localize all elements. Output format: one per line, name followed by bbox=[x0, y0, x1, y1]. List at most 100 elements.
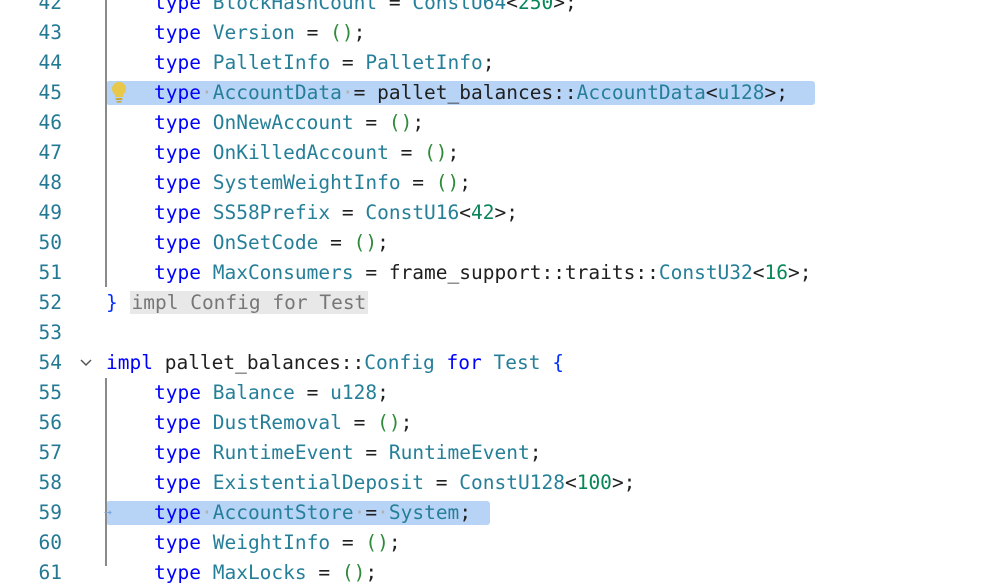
code-token: AccountData bbox=[576, 81, 706, 104]
code-line[interactable]: 55 type Balance = u128; bbox=[0, 378, 982, 408]
code-token: ; bbox=[447, 141, 460, 164]
code-text: impl pallet_balances::Config for Test { bbox=[106, 348, 564, 378]
code-token: pallet_balances:: bbox=[152, 351, 365, 374]
line-number: 44 bbox=[38, 51, 62, 74]
code-token: ConstU128 bbox=[459, 471, 565, 494]
code-token: type bbox=[154, 411, 201, 434]
code-line[interactable]: 43 type Version = (); bbox=[0, 18, 982, 48]
code-line[interactable]: 42 type BlockHashCount = ConstU64<250>; bbox=[0, 0, 982, 18]
code-text: type RuntimeEvent = RuntimeEvent; bbox=[154, 438, 541, 468]
code-token: < bbox=[564, 471, 577, 494]
code-token: OnNewAccount bbox=[212, 111, 354, 134]
code-line[interactable]: 53 bbox=[0, 318, 982, 348]
code-token: = frame_support::traits:: bbox=[353, 261, 659, 284]
line-number: 56 bbox=[38, 411, 62, 434]
code-token: { bbox=[552, 351, 564, 374]
code-text: type BlockHashCount = ConstU64<250>; bbox=[154, 0, 577, 18]
code-line[interactable]: 56 type DustRemoval = (); bbox=[0, 408, 982, 438]
code-text: type Version = (); bbox=[154, 18, 365, 48]
code-line[interactable]: 59 type·AccountStore·=·System; bbox=[0, 498, 982, 528]
lightbulb-icon[interactable] bbox=[109, 80, 129, 104]
code-token: PalletInfo bbox=[212, 51, 331, 74]
code-token: ; bbox=[400, 411, 413, 434]
code-token: = bbox=[341, 411, 378, 434]
line-number: 49 bbox=[38, 201, 62, 224]
code-token: () bbox=[365, 531, 389, 554]
code-token: ; bbox=[459, 171, 472, 194]
code-token: · bbox=[200, 501, 213, 524]
code-text: } impl Config for Test bbox=[106, 288, 369, 318]
code-text: type DustRemoval = (); bbox=[154, 408, 412, 438]
code-token: ; bbox=[353, 21, 366, 44]
code-line[interactable]: 47 type OnKilledAccount = (); bbox=[0, 138, 982, 168]
line-number: 59 bbox=[38, 501, 62, 524]
code-token: type bbox=[154, 171, 201, 194]
code-text: type MaxConsumers = frame_support::trait… bbox=[154, 258, 812, 288]
code-token: Config bbox=[364, 351, 435, 374]
code-token: () bbox=[330, 21, 354, 44]
code-line[interactable]: 61 type MaxLocks = (); bbox=[0, 558, 982, 588]
code-token: for bbox=[446, 351, 482, 374]
code-token: ExistentialDeposit bbox=[212, 471, 425, 494]
code-token: SystemWeightInfo bbox=[212, 171, 401, 194]
line-number: 50 bbox=[38, 231, 62, 254]
line-number: 43 bbox=[38, 21, 62, 44]
code-text: type OnSetCode = (); bbox=[154, 228, 389, 258]
code-token: >; bbox=[788, 261, 812, 284]
line-number: 42 bbox=[38, 0, 62, 14]
code-line[interactable]: 58 type ExistentialDeposit = ConstU128<10… bbox=[0, 468, 982, 498]
code-token: = bbox=[388, 141, 425, 164]
code-token: 42 bbox=[471, 201, 495, 224]
code-token: BlockHashCount bbox=[212, 0, 378, 14]
code-line[interactable]: 44 type PalletInfo = PalletInfo; bbox=[0, 48, 982, 78]
code-token: = pallet_balances:: bbox=[353, 81, 577, 104]
code-text: type·AccountStore·=·System; bbox=[154, 498, 471, 528]
chevron-down-icon[interactable] bbox=[78, 348, 94, 378]
code-token: · bbox=[377, 501, 389, 524]
code-token: = bbox=[400, 171, 436, 194]
code-line[interactable]: 57 type RuntimeEvent = RuntimeEvent; bbox=[0, 438, 982, 468]
code-token: < bbox=[506, 0, 518, 14]
code-token: = bbox=[306, 561, 342, 584]
code-text: type·AccountData·= pallet_balances::Acco… bbox=[154, 78, 788, 108]
code-text: type Balance = u128; bbox=[154, 378, 389, 408]
code-token: type bbox=[154, 471, 201, 494]
code-line[interactable]: 48 type SystemWeightInfo = (); bbox=[0, 168, 982, 198]
code-line[interactable]: 52} impl Config for Test bbox=[0, 288, 982, 318]
code-line[interactable]: 54 impl pallet_balances::Config for Test … bbox=[0, 348, 982, 378]
line-number: 55 bbox=[38, 381, 62, 404]
line-number: 57 bbox=[38, 441, 62, 464]
code-token: AccountStore bbox=[212, 501, 354, 524]
code-line[interactable]: 60 type WeightInfo = (); bbox=[0, 528, 982, 558]
code-editor[interactable]: 42 type BlockHashCount = ConstU64<250>; 43… bbox=[0, 0, 982, 584]
code-line[interactable]: 51 type MaxConsumers = frame_support::tra… bbox=[0, 258, 982, 288]
code-token: MaxConsumers bbox=[212, 261, 354, 284]
code-token: impl bbox=[106, 351, 153, 374]
code-token: ; bbox=[412, 111, 425, 134]
code-token: OnKilledAccount bbox=[212, 141, 389, 164]
code-token: type bbox=[154, 531, 201, 554]
code-token: >; bbox=[494, 201, 518, 224]
code-line[interactable]: 45 type·AccountData·= pallet_balances::Ac… bbox=[0, 78, 982, 108]
code-line[interactable]: 49 type SS58Prefix = ConstU16<42>; bbox=[0, 198, 982, 228]
code-token: () bbox=[424, 141, 448, 164]
code-text: type MaxLocks = (); bbox=[154, 558, 377, 588]
code-line[interactable]: 50 type OnSetCode = (); bbox=[0, 228, 982, 258]
code-token: RuntimeEvent bbox=[388, 441, 530, 464]
code-token: = bbox=[330, 531, 366, 554]
line-number: 46 bbox=[38, 111, 62, 134]
code-token: u128 bbox=[717, 81, 765, 104]
code-token: type bbox=[154, 231, 201, 254]
code-token: () bbox=[388, 111, 413, 134]
code-token: type bbox=[154, 501, 201, 524]
code-line[interactable]: 46 type OnNewAccount = (); bbox=[0, 108, 982, 138]
